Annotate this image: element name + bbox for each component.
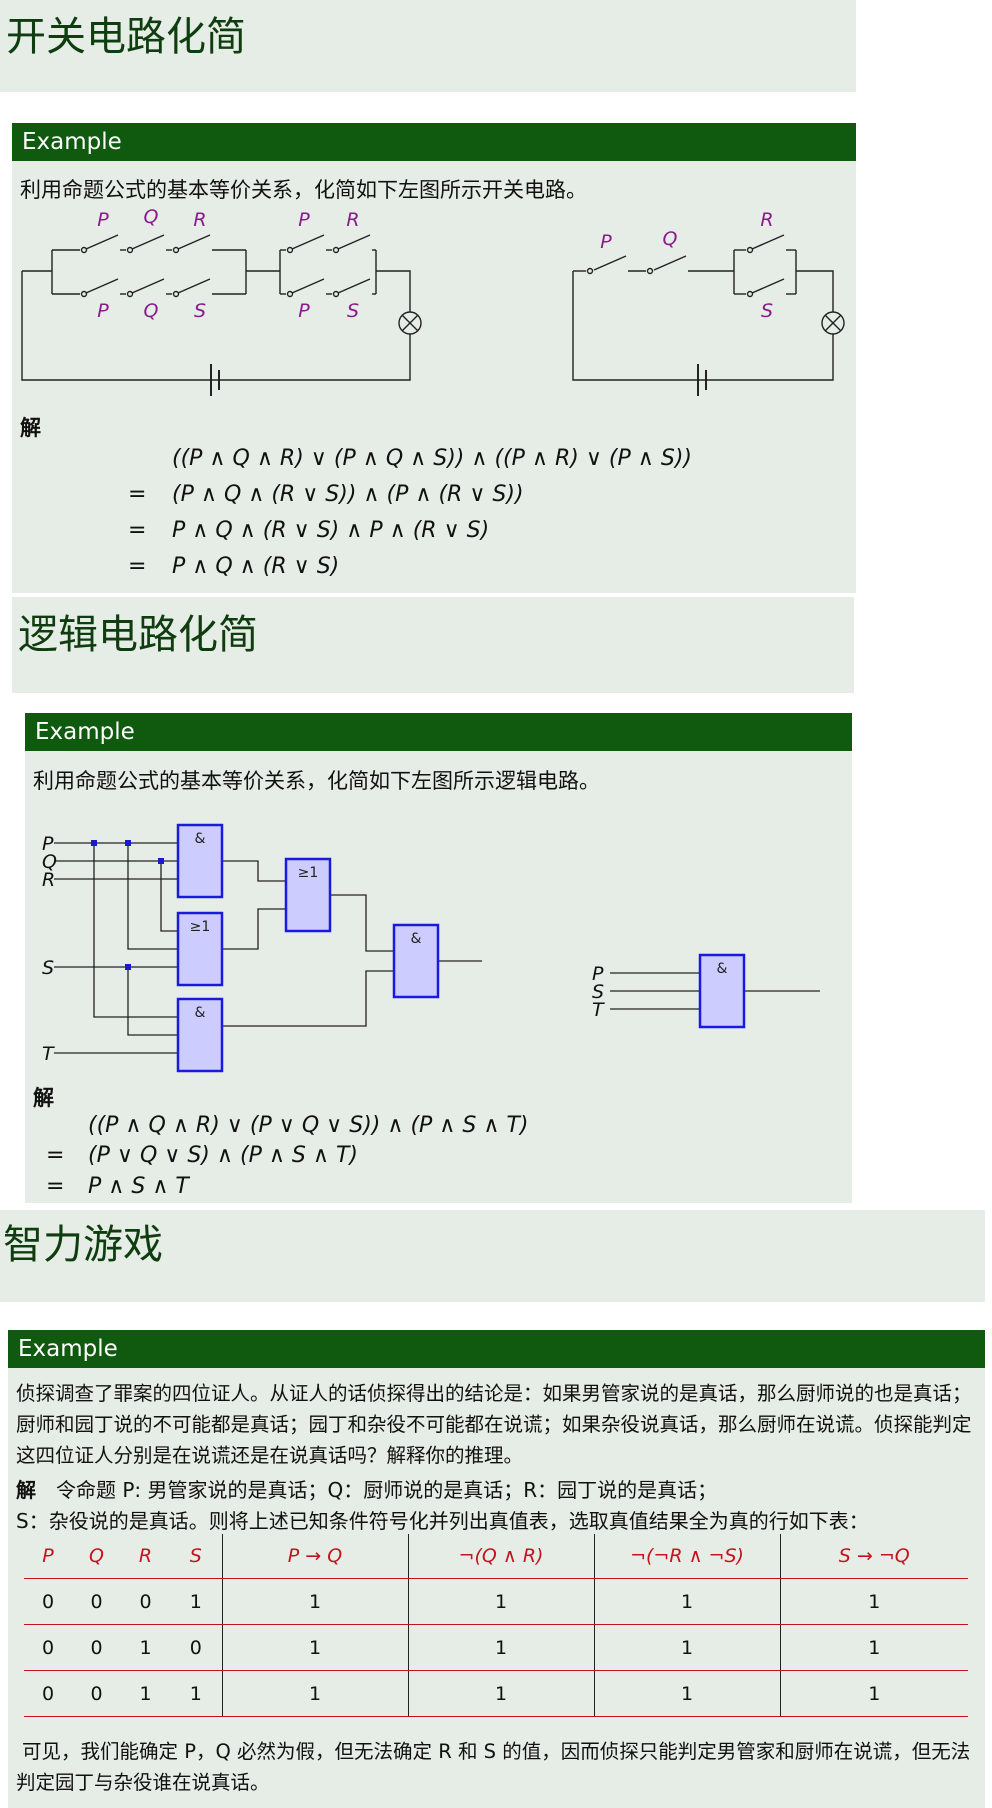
table-header-cell: Q [72,1534,121,1579]
table-cell: 1 [221,1670,408,1717]
input-label: S [42,957,54,979]
table-cell: 0 [72,1578,121,1625]
and-gate-label: & [717,961,728,977]
table-cell: 1 [121,1670,170,1717]
input-label: R [42,869,55,891]
frame-2-title: 逻辑电路化简 [18,612,258,658]
frame-3-conclusion: 可见，我们能确定 P，Q 必然为假，但无法确定 R 和 S 的值，因而侦探只能判… [16,1740,971,1794]
input-label: T [42,1043,55,1065]
derivation-expr: (P ∧ Q ∧ (R ∨ S)) ∧ (P ∧ (R ∨ S)) [172,482,524,507]
derivation-expr: P ∧ Q ∧ (R ∨ S) [172,554,340,579]
derivation-expr: ((P ∧ Q ∧ R) ∨ (P ∧ Q ∧ S)) ∧ ((P ∧ R) ∨… [172,446,692,471]
table-cell: 1 [407,1578,594,1625]
table-cell: 1 [221,1578,408,1625]
derivation-op: = [128,554,147,579]
derivation-expr: P ∧ Q ∧ (R ∨ S) ∧ P ∧ (R ∨ S) [172,518,490,543]
frame-2-example-header: Example [25,713,852,751]
table-cell: 0 [72,1670,121,1717]
derivation-expr: ((P ∧ Q ∧ R) ∨ (P ∨ Q ∨ S)) ∧ (P ∧ S ∧ T… [88,1113,529,1138]
frame-1-solution-label: 解 [20,416,41,440]
frame-3-example-header: Example [8,1330,985,1368]
table-cell: 0 [72,1624,121,1671]
switch-label: S [194,300,206,322]
switch-label: P [298,300,310,322]
frame-1-title: 开关电路化简 [6,14,246,60]
table-cell: 0 [24,1624,72,1671]
switch-label: S [347,300,359,322]
table-cell: 1 [779,1670,968,1717]
table-cell: 1 [593,1624,780,1671]
table-cell: 1 [779,1578,968,1625]
derivation-op: = [46,1143,65,1168]
input-label: T [592,999,605,1021]
table-cell: 0 [24,1670,72,1717]
switch-label: R [193,209,206,231]
frame-3-title: 智力游戏 [3,1222,163,1268]
derivation-op: = [128,482,147,507]
frame-3-problem: 侦探调查了罪案的四位证人。从证人的话侦探得出的结论是：如果男管家说的是真话，那么… [16,1382,972,1467]
table-cell: 1 [170,1670,222,1717]
switch-label: Q [144,206,159,228]
table-header-cell: S [170,1534,222,1579]
and-gate-label: & [195,1005,206,1021]
switch-circuit-diagrams: P Q R P R P Q S P S P Q R S [21,206,845,396]
and-gate-label: & [195,831,206,847]
switch-label: Q [663,228,678,250]
table-row: 0 0 0 1 1 1 1 1 [24,1578,968,1625]
frame-3-solution-line-2: S：杂役说的是真话。则将上述已知条件符号化并列出真值表，选取真值结果全为真的行如… [16,1509,869,1533]
logic-circuit-diagrams: & ≥1 & ≥1 & & P Q R S T P S T [42,823,820,1073]
table-cell: 1 [221,1624,408,1671]
frame-2-solution-label: 解 [33,1086,54,1110]
frame-2-problem: 利用命题公式的基本等价关系，化简如下左图所示逻辑电路。 [33,769,600,793]
table-cell: 1 [779,1624,968,1671]
table-header-cell: P [24,1534,72,1579]
switch-label: Q [144,300,159,322]
frame-1-example-header: Example [12,123,856,161]
switch-label: R [346,209,359,231]
table-header-cell: R [121,1534,170,1579]
derivation-op: = [128,518,147,543]
table-cell: 1 [170,1578,222,1625]
table-row: 0 0 1 1 1 1 1 1 [24,1670,968,1717]
switch-label: S [761,300,773,322]
frame-3-solution-label: 解 [16,1478,36,1502]
table-cell: 1 [121,1624,170,1671]
switch-label: P [298,209,310,231]
table-header-cell: P → Q [221,1534,408,1579]
or-gate-label: ≥1 [190,919,211,935]
table-header-cell: ¬(Q ∧ R) [407,1534,594,1579]
derivation-op: = [46,1174,65,1199]
switch-label: R [760,209,773,231]
switch-label: P [97,209,109,231]
table-header-cell: S → ¬Q [779,1534,968,1579]
truth-table: P Q R S P → Q ¬(Q ∧ R) ¬(¬R ∧ ¬S) S → ¬Q… [24,1534,968,1717]
and-gate-label: & [411,931,422,947]
truth-table-header: P Q R S P → Q ¬(Q ∧ R) ¬(¬R ∧ ¬S) S → ¬Q [24,1534,968,1579]
table-cell: 0 [170,1624,222,1671]
frame-3-solution-line-1: 令命题 P: 男管家说的是真话；Q：厨师说的是真话；R：园丁说的是真话； [56,1478,718,1502]
table-header-cell: ¬(¬R ∧ ¬S) [593,1534,780,1579]
switch-label: P [600,231,612,253]
table-cell: 1 [407,1670,594,1717]
or-gate-label: ≥1 [298,865,319,881]
switch-label: P [97,300,109,322]
table-cell: 1 [593,1670,780,1717]
derivation-expr: P ∧ S ∧ T [88,1174,189,1199]
table-cell: 1 [407,1624,594,1671]
table-cell: 0 [121,1578,170,1625]
table-cell: 0 [24,1578,72,1625]
table-row: 0 0 1 0 1 1 1 1 [24,1624,968,1671]
derivation-expr: (P ∨ Q ∨ S) ∧ (P ∧ S ∧ T) [88,1143,358,1168]
table-cell: 1 [593,1578,780,1625]
